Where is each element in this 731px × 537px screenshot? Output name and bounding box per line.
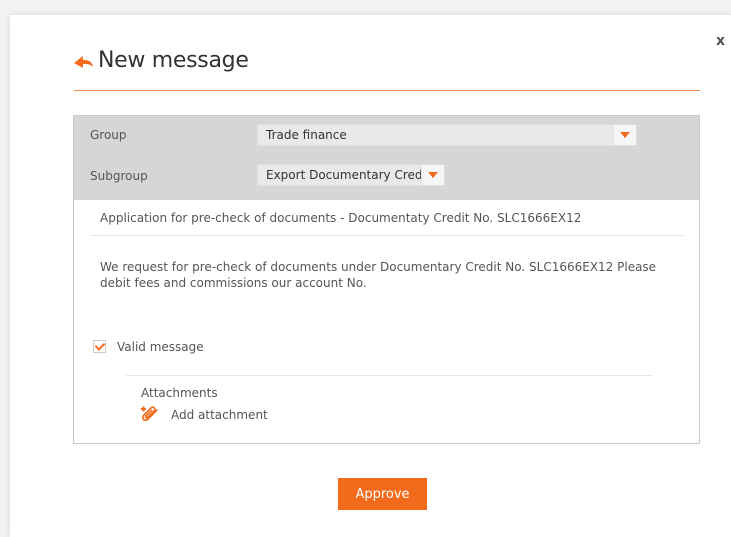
- paperclip-plus-icon: [139, 406, 159, 424]
- add-attachment-label: Add attachment: [171, 408, 268, 422]
- approve-button[interactable]: Approve: [338, 478, 427, 510]
- chevron-down-icon[interactable]: [613, 125, 636, 145]
- subgroup-select-value: Export Documentary Credit: [266, 168, 431, 182]
- message-form: Group Trade finance Subgroup Export Docu…: [73, 115, 700, 444]
- group-select-value: Trade finance: [266, 128, 347, 142]
- attachments-heading: Attachments: [141, 386, 218, 400]
- group-select[interactable]: Trade finance: [257, 124, 637, 146]
- subgroup-label: Subgroup: [90, 169, 148, 183]
- page-title: New message: [98, 48, 249, 73]
- chevron-down-icon[interactable]: [421, 165, 444, 185]
- subject-field[interactable]: Application for pre-check of documents -…: [100, 211, 581, 225]
- dialog-header: New message: [74, 46, 700, 91]
- divider: [126, 375, 652, 376]
- valid-message-checkbox[interactable]: [93, 340, 106, 353]
- group-label: Group: [90, 128, 127, 142]
- divider: [90, 235, 684, 236]
- message-body-field[interactable]: We request for pre-check of documents un…: [100, 259, 680, 291]
- valid-message-label: Valid message: [117, 340, 204, 354]
- subgroup-select[interactable]: Export Documentary Credit: [257, 164, 445, 186]
- close-icon[interactable]: x: [716, 33, 725, 49]
- back-arrow-icon[interactable]: [74, 55, 94, 71]
- group-selector-band: Group Trade finance Subgroup Export Docu…: [74, 116, 699, 200]
